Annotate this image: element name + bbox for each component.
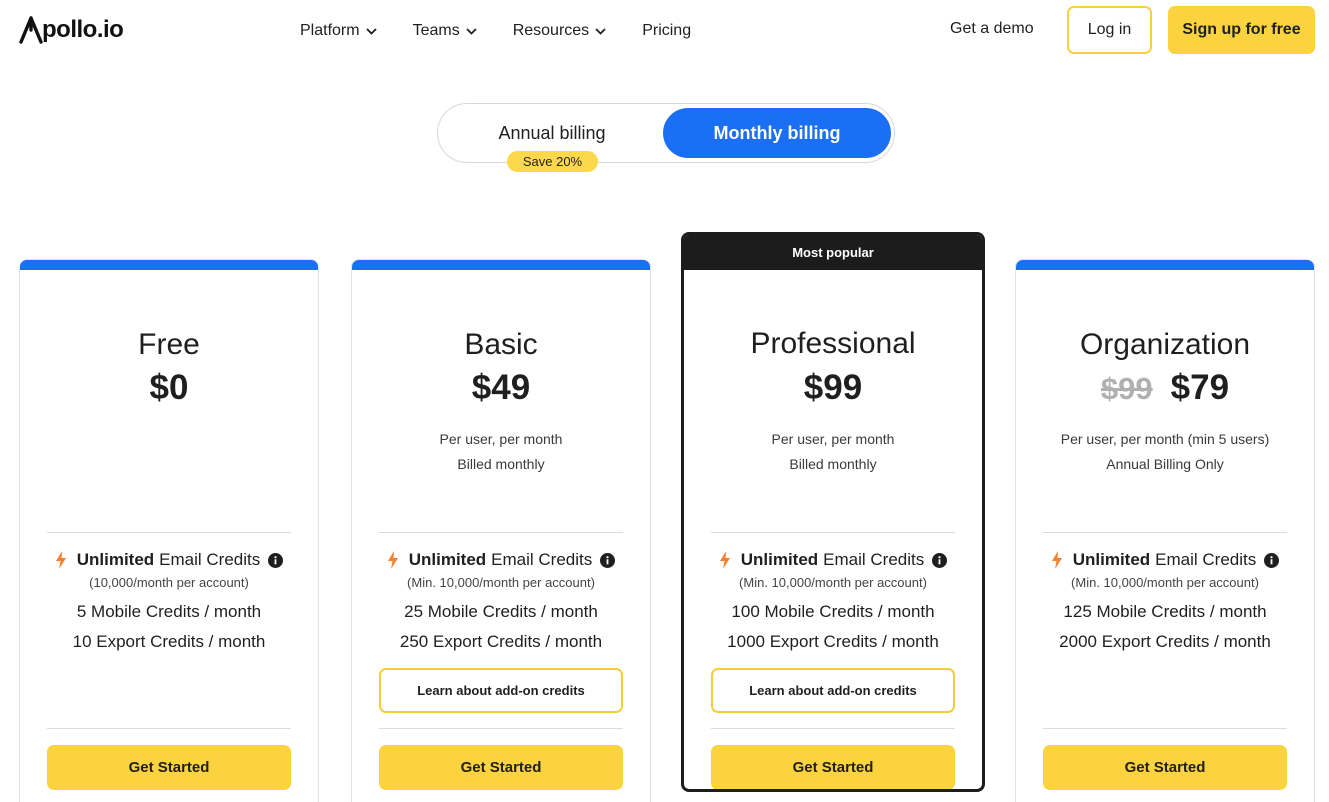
- monthly-billing-option[interactable]: Monthly billing: [663, 108, 891, 158]
- divider: [47, 728, 291, 729]
- plan-old-price: $99: [1100, 371, 1153, 406]
- price-row: $49: [352, 368, 650, 408]
- plan-card-free: Free $0 Unlimited Email Credits (10,000/…: [19, 259, 319, 802]
- email-credits-text: Email Credits: [159, 550, 261, 569]
- nav-resources[interactable]: Resources: [513, 20, 606, 42]
- lightning-bolt-icon: [55, 551, 67, 569]
- divider: [379, 728, 623, 729]
- email-credits-note: (10,000/month per account): [89, 575, 249, 590]
- plan-price: $49: [471, 368, 531, 407]
- plan-name: Organization: [1079, 328, 1251, 361]
- most-popular-badge: Most popular: [684, 235, 982, 270]
- divider: [1043, 728, 1287, 729]
- email-credits-bold: Unlimited: [740, 550, 819, 569]
- export-credits: 10 Export Credits / month: [72, 632, 266, 651]
- divider: [47, 532, 291, 533]
- email-credits-line: Unlimited Email Credits: [352, 550, 650, 570]
- plan-name: Professional: [750, 327, 916, 360]
- plan-price: $99: [803, 368, 863, 407]
- card-accent-bar: [20, 260, 318, 270]
- chevron-down-icon: [365, 27, 377, 35]
- mobile-credits: 5 Mobile Credits / month: [76, 602, 262, 621]
- email-credits-note: (Min. 10,000/month per account): [739, 575, 927, 590]
- nav-pricing[interactable]: Pricing: [642, 20, 691, 42]
- plan-name: Basic: [464, 328, 538, 361]
- plan-billing-cycle: Billed monthly: [789, 456, 877, 472]
- divider: [379, 532, 623, 533]
- plan-billing-unit: Per user, per month (min 5 users): [1060, 431, 1270, 447]
- email-credits-bold: Unlimited: [76, 550, 155, 569]
- plan-billing-unit: Per user, per month: [439, 431, 563, 447]
- export-credits: 250 Export Credits / month: [399, 632, 603, 651]
- divider: [711, 728, 955, 729]
- plan-price: $79: [1170, 368, 1230, 407]
- main-nav: Platform Teams Resources Pricing: [300, 20, 691, 42]
- plan-card-organization: Organization $99 $79 Per user, per month…: [1015, 259, 1315, 802]
- plan-billing-unit: Per user, per month: [771, 431, 895, 447]
- divider: [711, 532, 955, 533]
- plan-price: $0: [149, 368, 189, 407]
- get-started-button[interactable]: Get Started: [711, 745, 955, 789]
- lightning-bolt-icon: [1051, 551, 1063, 569]
- plan-card-basic: Basic $49 Per user, per month Billed mon…: [351, 259, 651, 802]
- mobile-credits: 100 Mobile Credits / month: [731, 602, 935, 621]
- site-header: pollo.io Platform Teams Resources Pricin…: [0, 0, 1329, 62]
- export-credits: 1000 Export Credits / month: [727, 632, 939, 651]
- nav-teams[interactable]: Teams: [413, 20, 477, 42]
- nav-resources-label: Resources: [512, 22, 590, 39]
- plan-card-professional: Most popular Professional $99 Per user, …: [681, 232, 985, 792]
- mobile-credits: 25 Mobile Credits / month: [404, 602, 598, 621]
- addon-credits-button[interactable]: Learn about add-on credits: [379, 668, 623, 713]
- email-credits-line: Unlimited Email Credits: [1016, 550, 1314, 570]
- save-badge: Save 20%: [507, 151, 598, 172]
- info-circle-icon[interactable]: [1264, 552, 1280, 568]
- email-credits-note: (Min. 10,000/month per account): [407, 575, 595, 590]
- plan-billing-cycle: Billed monthly: [457, 456, 545, 472]
- card-accent-bar: [352, 260, 650, 270]
- lightning-bolt-icon: [387, 551, 399, 569]
- email-credits-text: Email Credits: [823, 550, 925, 569]
- apollo-logo[interactable]: pollo.io: [19, 14, 124, 46]
- info-circle-icon[interactable]: [268, 552, 284, 568]
- nav-platform-label: Platform: [300, 22, 360, 39]
- price-row: $99 $79: [1016, 368, 1314, 408]
- email-credits-bold: Unlimited: [408, 550, 487, 569]
- email-credits-note: (Min. 10,000/month per account): [1071, 575, 1259, 590]
- info-circle-icon[interactable]: [932, 552, 948, 568]
- mobile-credits: 125 Mobile Credits / month: [1063, 602, 1267, 621]
- email-credits-text: Email Credits: [491, 550, 593, 569]
- addon-credits-button[interactable]: Learn about add-on credits: [711, 668, 955, 713]
- get-started-button[interactable]: Get Started: [1043, 745, 1287, 790]
- price-row: $0: [20, 368, 318, 408]
- divider: [1043, 532, 1287, 533]
- email-credits-line: Unlimited Email Credits: [684, 550, 982, 570]
- email-credits-bold: Unlimited: [1072, 550, 1151, 569]
- email-credits-line: Unlimited Email Credits: [20, 550, 318, 570]
- chevron-down-icon: [466, 27, 477, 35]
- lightning-bolt-icon: [719, 551, 731, 569]
- plan-name: Free: [138, 328, 200, 361]
- nav-pricing-label: Pricing: [642, 22, 692, 39]
- signup-button[interactable]: Sign up for free: [1168, 6, 1315, 54]
- logo-text: pollo.io: [42, 16, 124, 43]
- email-credits-text: Email Credits: [1155, 550, 1257, 569]
- chevron-down-icon: [595, 27, 606, 35]
- billing-toggle: Annual billing Monthly billing: [437, 103, 895, 163]
- apollo-logo-mark-icon: [19, 16, 43, 44]
- get-demo-link[interactable]: Get a demo: [950, 20, 1034, 38]
- info-circle-icon[interactable]: [600, 552, 616, 568]
- get-started-button[interactable]: Get Started: [47, 745, 291, 790]
- export-credits: 2000 Export Credits / month: [1059, 632, 1271, 651]
- get-started-button[interactable]: Get Started: [379, 745, 623, 790]
- card-accent-bar: [1016, 260, 1314, 270]
- login-button[interactable]: Log in: [1067, 6, 1152, 54]
- price-row: $99: [684, 368, 982, 408]
- nav-teams-label: Teams: [412, 22, 460, 39]
- nav-platform[interactable]: Platform: [300, 20, 377, 42]
- plan-billing-cycle: Annual Billing Only: [1106, 456, 1224, 472]
